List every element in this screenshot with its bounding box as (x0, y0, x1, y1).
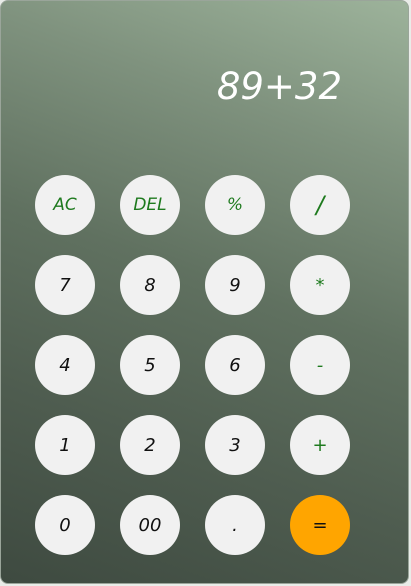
multiply-button[interactable]: * (290, 255, 350, 315)
minus-button[interactable]: - (290, 335, 350, 395)
digit-7-button[interactable]: 7 (35, 255, 95, 315)
delete-button[interactable]: DEL (120, 175, 180, 235)
plus-button[interactable]: + (290, 415, 350, 475)
digit-1-button[interactable]: 1 (35, 415, 95, 475)
percent-button[interactable]: % (205, 175, 265, 235)
digit-8-button[interactable]: 8 (120, 255, 180, 315)
expression-display: 89+32 (216, 65, 342, 108)
digit-0-button[interactable]: 0 (35, 495, 95, 555)
double-zero-button[interactable]: 00 (120, 495, 180, 555)
digit-3-button[interactable]: 3 (205, 415, 265, 475)
divide-button[interactable]: / (290, 175, 350, 235)
calculator: 89+32 AC DEL % / 7 8 9 * 4 5 6 - 1 2 3 +… (0, 0, 409, 584)
digit-9-button[interactable]: 9 (205, 255, 265, 315)
digit-2-button[interactable]: 2 (120, 415, 180, 475)
all-clear-button[interactable]: AC (35, 175, 95, 235)
equals-button[interactable]: = (290, 495, 350, 555)
digit-4-button[interactable]: 4 (35, 335, 95, 395)
keypad: AC DEL % / 7 8 9 * 4 5 6 - 1 2 3 + 0 00 … (35, 175, 350, 555)
digit-5-button[interactable]: 5 (120, 335, 180, 395)
decimal-button[interactable]: . (205, 495, 265, 555)
digit-6-button[interactable]: 6 (205, 335, 265, 395)
